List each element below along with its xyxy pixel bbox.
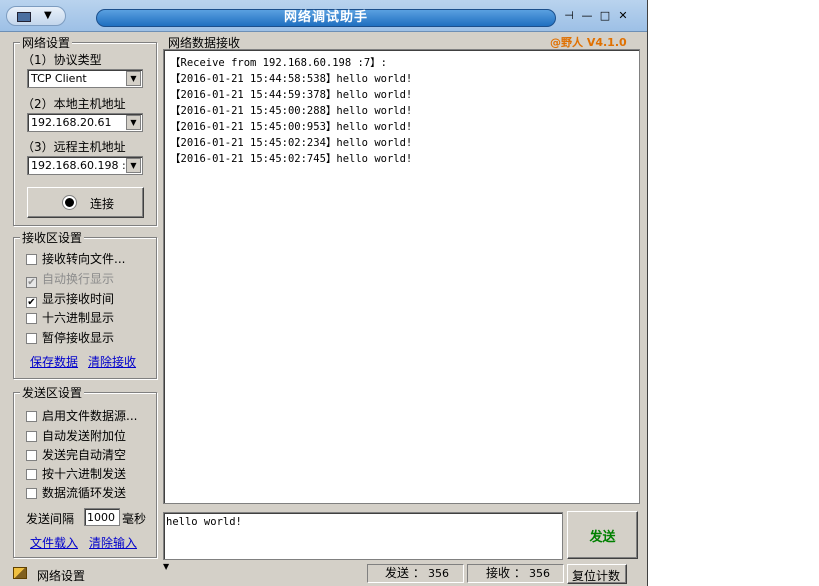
auto-clear-checkbox[interactable]: 发送完自动清空 [26, 446, 126, 463]
checkbox-box[interactable] [26, 333, 37, 344]
network-app-icon [17, 12, 31, 22]
protocol-select[interactable]: TCP Client ▼ [27, 69, 143, 88]
settings-pencil-icon [13, 567, 27, 579]
dropdown-arrow-icon: ▼ [44, 10, 52, 21]
status-bar: 网络设置 ▼ 发送 ： 356 接收 ： 356 复位计数 [0, 562, 647, 586]
receive-line: 【2016-01-21 15:45:02:234】hello world! [170, 137, 413, 149]
close-button[interactable]: ✕ [614, 9, 632, 22]
receive-line: 【2016-01-21 15:45:02:745】hello world! [170, 153, 413, 165]
receive-line: 【2016-01-21 15:45:00:953】hello world! [170, 121, 413, 133]
connect-button[interactable]: 连接 [27, 187, 144, 218]
network-settings-label: 网络设置 [20, 34, 73, 51]
send-interval-input[interactable] [84, 508, 120, 526]
chevron-down-icon[interactable]: ▼ [126, 115, 141, 130]
hex-display-checkbox[interactable]: 十六进制显示 [26, 309, 114, 326]
checkmark-icon: ✔ [26, 277, 37, 288]
send-interval-label: 发送间隔 [26, 512, 75, 526]
title-bar[interactable]: ▼ 网络调试助手 ⊣ — □ ✕ [0, 0, 647, 32]
window-title: 网络调试助手 [96, 9, 556, 27]
send-text: hello world! [166, 516, 242, 528]
version-label: @野人 V4.1.0 [550, 36, 627, 49]
checkbox-box[interactable] [26, 469, 37, 480]
show-receive-time-checkbox[interactable]: ✔ 显示接收时间 [26, 290, 114, 308]
checkbox-box[interactable] [26, 488, 37, 499]
send-button-label: 发送 [589, 530, 616, 545]
send-settings-group: 发送区设置 启用文件数据源... 自动发送附加位 发送完自动清空 按十六进制发送… [13, 384, 157, 558]
pin-icon[interactable]: ⊣ [560, 9, 578, 22]
remote-host-select[interactable]: 192.168.60.198 :7 ▼ [27, 156, 143, 175]
redirect-to-file-checkbox[interactable]: 接收转向文件... [26, 250, 125, 267]
receive-line: 【2016-01-21 15:44:59:378】hello world! [170, 89, 413, 101]
send-button[interactable]: 发送 [567, 511, 638, 559]
file-source-checkbox[interactable]: 启用文件数据源... [26, 407, 137, 424]
save-data-link[interactable]: 保存数据 [30, 353, 78, 370]
network-settings-group: 网络设置 （1）协议类型 TCP Client ▼ （2）本地主机地址 192.… [13, 34, 157, 226]
auto-append-checkbox[interactable]: 自动发送附加位 [26, 427, 126, 444]
pause-display-checkbox[interactable]: 暂停接收显示 [26, 329, 114, 346]
send-settings-label: 发送区设置 [20, 384, 85, 401]
status-arrow-icon: ▼ [163, 562, 170, 571]
remote-host-label: （3）远程主机地址 [22, 140, 126, 154]
status-dot-icon [63, 196, 76, 209]
chevron-down-icon[interactable]: ▼ [126, 71, 141, 86]
app-window: ▼ 网络调试助手 ⊣ — □ ✕ 网络设置 （1）协议类型 TCP Client ▼ … [0, 0, 648, 586]
reset-count-button[interactable]: 复位计数 [567, 564, 627, 584]
system-menu-button[interactable]: ▼ [6, 6, 66, 26]
status-mode: 网络设置 [37, 569, 86, 583]
checkbox-box[interactable] [26, 254, 37, 265]
receive-line: 【2016-01-21 15:45:00:288】hello world! [170, 105, 413, 117]
checkmark-icon[interactable]: ✔ [26, 297, 37, 308]
checkbox-box[interactable] [26, 450, 37, 461]
receive-settings-group: 接收区设置 接收转向文件... ✔ 自动换行显示 ✔ 显示接收时间 十六进制显示 暂… [13, 229, 157, 379]
receive-line: 【Receive from 192.168.60.198 :7】: [170, 57, 387, 69]
sent-count: 发送 ： 356 [367, 564, 464, 583]
receive-line: 【2016-01-21 15:44:58:538】hello world! [170, 73, 413, 85]
checkbox-box[interactable] [26, 313, 37, 324]
local-host-value: 192.168.20.61 [31, 116, 112, 129]
window-controls: ⊣ — □ ✕ [560, 9, 642, 25]
hex-send-checkbox[interactable]: 按十六进制发送 [26, 465, 126, 482]
clear-receive-link[interactable]: 清除接收 [88, 353, 136, 370]
protocol-label: （1）协议类型 [22, 53, 102, 67]
local-host-label: （2）本地主机地址 [22, 97, 126, 111]
minimize-button[interactable]: — [578, 9, 596, 22]
send-interval-unit: 毫秒 [122, 512, 147, 526]
loop-send-checkbox[interactable]: 数据流循环发送 [26, 484, 126, 501]
load-file-link[interactable]: 文件载入 [30, 534, 78, 551]
auto-wrap-checkbox: ✔ 自动换行显示 [26, 272, 115, 288]
receive-textarea[interactable]: 【Receive from 192.168.60.198 :7】: 【2016-… [163, 49, 640, 504]
clear-input-link[interactable]: 清除输入 [89, 534, 137, 551]
protocol-value: TCP Client [31, 72, 87, 85]
checkbox-box[interactable] [26, 411, 37, 422]
chevron-down-icon[interactable]: ▼ [126, 158, 141, 173]
send-textarea[interactable]: hello world! [163, 512, 563, 560]
receive-settings-label: 接收区设置 [20, 229, 85, 246]
checkbox-box[interactable] [26, 431, 37, 442]
received-count: 接收 ： 356 [467, 564, 564, 583]
remote-host-value: 192.168.60.198 :7 [31, 159, 133, 172]
maximize-button[interactable]: □ [596, 9, 614, 22]
connect-label: 连接 [90, 197, 115, 211]
local-host-select[interactable]: 192.168.20.61 ▼ [27, 113, 143, 132]
